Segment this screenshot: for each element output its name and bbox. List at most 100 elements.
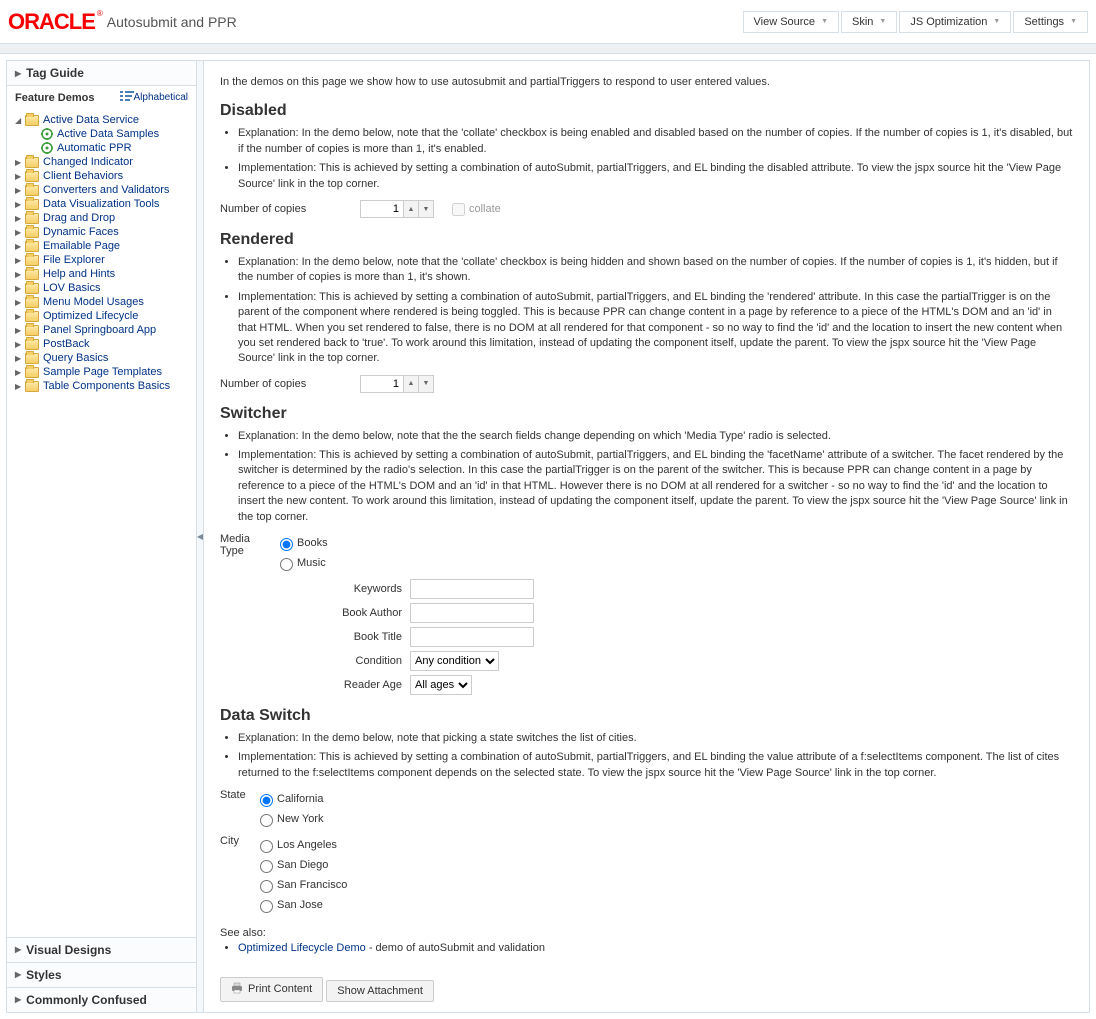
show-attachment-button[interactable]: Show Attachment xyxy=(326,980,434,1002)
spinner-up-button[interactable]: ▲ xyxy=(403,375,419,393)
disclosure-right-icon[interactable]: ▶ xyxy=(15,312,25,321)
disclosure-right-icon[interactable]: ▶ xyxy=(15,326,25,335)
folder-icon xyxy=(25,157,39,168)
chevron-down-icon: ▼ xyxy=(879,18,886,25)
disclosure-right-icon[interactable]: ▶ xyxy=(15,284,25,293)
state-ny-radio[interactable] xyxy=(260,814,273,827)
state-label: State xyxy=(220,789,255,801)
spinner-up-button[interactable]: ▲ xyxy=(403,200,419,218)
city-la-radio[interactable] xyxy=(260,840,273,853)
disclosure-right-icon[interactable]: ▶ xyxy=(15,172,25,181)
data-switch-implementation: Implementation: This is achieved by sett… xyxy=(238,750,1073,781)
disclosure-right-icon: ▶ xyxy=(15,995,21,1004)
city-sf-radio[interactable] xyxy=(260,880,273,893)
disclosure-right-icon[interactable]: ▶ xyxy=(15,382,25,391)
sidebar: ▶ Tag Guide Feature Demos Alphabetical ◢… xyxy=(7,61,197,1012)
main-content: In the demos on this page we show how to… xyxy=(204,61,1089,1012)
disclosure-down-icon[interactable]: ◢ xyxy=(15,116,25,125)
state-ca-radio[interactable] xyxy=(260,794,273,807)
reader-age-label: Reader Age xyxy=(280,679,410,691)
folder-icon xyxy=(25,255,39,266)
disclosure-right-icon[interactable]: ▶ xyxy=(15,298,25,307)
commonly-confused-header[interactable]: ▶ Commonly Confused xyxy=(7,988,196,1012)
media-music-radio[interactable] xyxy=(280,558,293,571)
tree-item[interactable]: Drag and Drop xyxy=(43,212,115,224)
chevron-down-icon: ▼ xyxy=(1070,18,1077,25)
media-books-label: Books xyxy=(297,537,328,549)
folder-icon xyxy=(25,269,39,280)
folder-icon xyxy=(25,353,39,364)
disclosure-right-icon[interactable]: ▶ xyxy=(15,340,25,349)
disclosure-right-icon[interactable]: ▶ xyxy=(15,214,25,223)
disclosure-right-icon[interactable]: ▶ xyxy=(15,186,25,195)
spinner-down-button[interactable]: ▼ xyxy=(418,200,434,218)
tree-item[interactable]: Menu Model Usages xyxy=(43,296,144,308)
tree-item[interactable]: Optimized Lifecycle xyxy=(43,310,138,322)
folder-icon xyxy=(25,325,39,336)
condition-select[interactable]: Any condition xyxy=(410,651,499,671)
copies-input[interactable] xyxy=(360,200,404,218)
book-title-input[interactable] xyxy=(410,627,534,647)
spinner-down-button[interactable]: ▼ xyxy=(418,375,434,393)
skin-button[interactable]: Skin▼ xyxy=(841,11,897,33)
page-title: Autosubmit and PPR xyxy=(107,14,237,30)
intro-text: In the demos on this page we show how to… xyxy=(220,75,1073,90)
city-sf-label: San Francisco xyxy=(277,879,347,891)
tree-item[interactable]: Changed Indicator xyxy=(43,156,133,168)
tree-item[interactable]: Table Components Basics xyxy=(43,380,170,392)
tree-item[interactable]: File Explorer xyxy=(43,254,105,266)
view-source-button[interactable]: View Source▼ xyxy=(743,11,840,33)
disclosure-right-icon[interactable]: ▶ xyxy=(15,158,25,167)
data-switch-explanation: Explanation: In the demo below, note tha… xyxy=(238,731,1073,746)
tree-item-automatic-ppr[interactable]: Automatic PPR xyxy=(57,142,132,154)
tree-item[interactable]: Panel Springboard App xyxy=(43,324,156,336)
tree-item[interactable]: Client Behaviors xyxy=(43,170,123,182)
reader-age-select[interactable]: All ages xyxy=(410,675,472,695)
tree-item[interactable]: Query Basics xyxy=(43,352,108,364)
folder-icon xyxy=(25,311,39,322)
settings-button[interactable]: Settings▼ xyxy=(1013,11,1088,33)
tree-item[interactable]: Help and Hints xyxy=(43,268,115,280)
city-sj-radio[interactable] xyxy=(260,900,273,913)
tree-item[interactable]: Dynamic Faces xyxy=(43,226,119,238)
js-optimization-button[interactable]: JS Optimization▼ xyxy=(899,11,1011,33)
city-sd-radio[interactable] xyxy=(260,860,273,873)
folder-icon xyxy=(25,283,39,294)
print-content-button[interactable]: Print Content xyxy=(220,977,323,1002)
tree-item[interactable]: PostBack xyxy=(43,338,89,350)
tree-item-active-data-service[interactable]: Active Data Service xyxy=(43,114,139,126)
rendered-heading: Rendered xyxy=(220,231,1073,249)
tree-item[interactable]: Data Visualization Tools xyxy=(43,198,159,210)
media-type-label: Media Type xyxy=(220,533,275,557)
city-label: City xyxy=(220,835,255,847)
media-books-radio[interactable] xyxy=(280,538,293,551)
folder-icon xyxy=(25,115,39,126)
book-author-input[interactable] xyxy=(410,603,534,623)
disclosure-right-icon[interactable]: ▶ xyxy=(15,200,25,209)
rendered-explanation: Explanation: In the demo below, note tha… xyxy=(238,255,1073,286)
keywords-input[interactable] xyxy=(410,579,534,599)
tree-item[interactable]: Emailable Page xyxy=(43,240,120,252)
state-ca-label: California xyxy=(277,793,323,805)
tree-item[interactable]: LOV Basics xyxy=(43,282,100,294)
tree-item[interactable]: Converters and Validators xyxy=(43,184,169,196)
chevron-down-icon: ▼ xyxy=(821,18,828,25)
disclosure-right-icon[interactable]: ▶ xyxy=(15,368,25,377)
splitter-handle[interactable]: ◀ xyxy=(197,61,204,1012)
alphabetical-link[interactable]: Alphabetical xyxy=(120,91,188,104)
disclosure-right-icon[interactable]: ▶ xyxy=(15,242,25,251)
folder-icon xyxy=(25,213,39,224)
disclosure-right-icon[interactable]: ▶ xyxy=(15,270,25,279)
disclosure-right-icon: ▶ xyxy=(15,970,21,979)
tree-item[interactable]: Sample Page Templates xyxy=(43,366,162,378)
tree-item-active-data-samples[interactable]: Active Data Samples xyxy=(57,128,159,140)
styles-header[interactable]: ▶ Styles xyxy=(7,963,196,987)
optimized-lifecycle-link[interactable]: Optimized Lifecycle Demo xyxy=(238,942,366,954)
disclosure-right-icon[interactable]: ▶ xyxy=(15,354,25,363)
disclosure-right-icon[interactable]: ▶ xyxy=(15,228,25,237)
tag-guide-header[interactable]: ▶ Tag Guide xyxy=(7,61,196,85)
disclosure-right-icon[interactable]: ▶ xyxy=(15,256,25,265)
data-switch-heading: Data Switch xyxy=(220,707,1073,725)
copies-input-2[interactable] xyxy=(360,375,404,393)
visual-designs-header[interactable]: ▶ Visual Designs xyxy=(7,938,196,962)
